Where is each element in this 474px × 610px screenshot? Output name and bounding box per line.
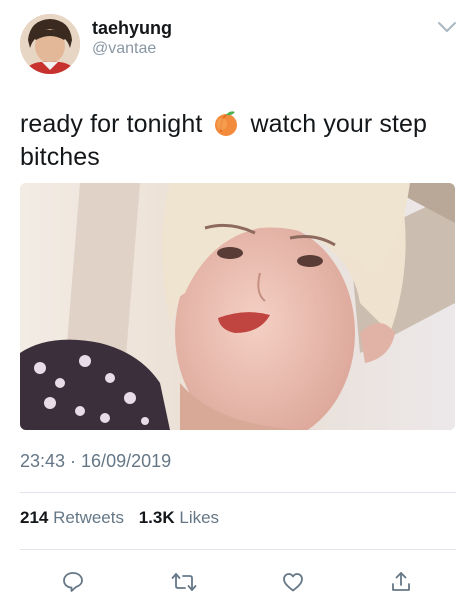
tweet-text: ready for tonight watch your step bitche… [20, 108, 456, 174]
likes-stat[interactable]: 1.3K Likes [139, 508, 219, 527]
reply-button[interactable] [56, 565, 90, 599]
reply-icon [63, 572, 83, 592]
tweet-actions [20, 565, 456, 599]
retweet-icon [171, 573, 197, 591]
divider [20, 492, 456, 493]
tweet-text-part: bitches [20, 143, 100, 171]
chevron-down-icon[interactable] [436, 18, 458, 36]
tweet-photo[interactable] [20, 183, 455, 430]
avatar[interactable] [20, 14, 80, 74]
like-icon [283, 573, 303, 592]
share-button[interactable] [384, 565, 418, 599]
tweet-timestamp[interactable]: 23:43 · 16/09/2019 [20, 451, 171, 472]
divider [20, 549, 456, 550]
display-name[interactable]: taehyung [92, 17, 172, 39]
tweet-stats: 214 Retweets 1.3K Likes [20, 508, 229, 528]
retweets-stat[interactable]: 214 Retweets [20, 508, 129, 527]
retweets-count: 214 [20, 508, 49, 527]
retweet-button[interactable] [167, 565, 201, 599]
peach-emoji [211, 108, 241, 138]
retweets-label: Retweets [53, 508, 124, 527]
likes-label: Likes [179, 508, 220, 527]
share-icon [392, 572, 410, 591]
tweet-text-part: watch your step [250, 110, 428, 138]
tweet-text-part: ready for tonight [20, 110, 203, 138]
user-handle[interactable]: @vantae [92, 39, 172, 59]
likes-count: 1.3K [138, 508, 175, 527]
tweet-header: taehyung @vantae [20, 14, 460, 78]
like-button[interactable] [276, 565, 310, 599]
